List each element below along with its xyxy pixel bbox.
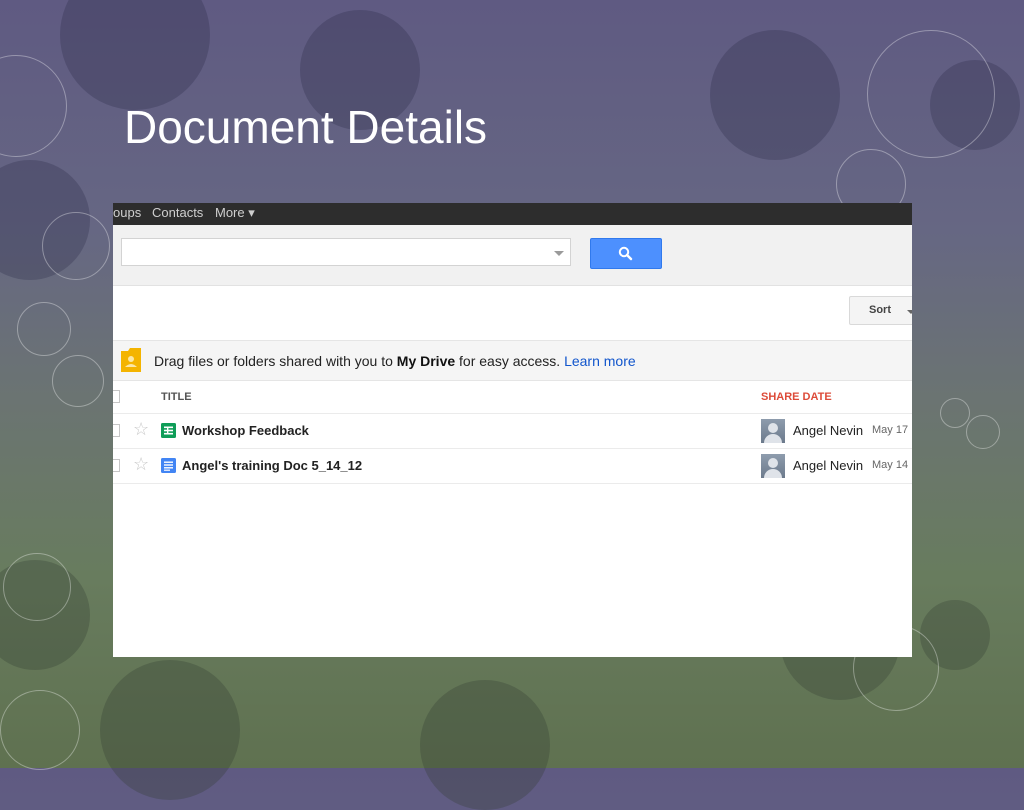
search-area [113, 225, 912, 286]
background-bokeh [710, 30, 840, 160]
owner-avatar [761, 454, 785, 478]
background-bokeh [60, 0, 210, 110]
search-options-caret-icon[interactable] [554, 251, 564, 256]
background-ring [0, 690, 80, 770]
nav-link-contacts[interactable]: Contacts [152, 205, 203, 220]
background-ring [3, 553, 71, 621]
drag-hint-text-after: for easy access. [455, 353, 565, 369]
background-ring [867, 30, 995, 158]
file-row[interactable]: ☆ Angel's training Doc 5_14_12 Angel Nev… [113, 449, 912, 484]
search-input[interactable] [121, 238, 571, 266]
background-ring [42, 212, 110, 280]
drag-hint-text-before: Drag files or folders shared with you to [154, 353, 397, 369]
nav-link-groups[interactable]: oups [113, 205, 141, 220]
file-list-header: TITLE SHARE DATE [113, 380, 912, 414]
nav-link-more[interactable]: More ▾ [215, 205, 255, 221]
background-bokeh [420, 680, 550, 810]
file-row[interactable]: ☆ Workshop Feedback Angel Nevin May 17 [113, 414, 912, 449]
drag-hint-text: Drag files or folders shared with you to… [154, 353, 636, 369]
background-ring [966, 415, 1000, 449]
background-ring [17, 302, 71, 356]
spreadsheet-icon [161, 423, 176, 438]
sort-dropdown-caret-icon [907, 310, 912, 314]
star-icon[interactable]: ☆ [133, 455, 149, 473]
top-navigation-bar: oups Contacts More ▾ [113, 203, 912, 225]
my-drive-label: My Drive [396, 353, 456, 369]
sort-button[interactable]: Sort [849, 296, 912, 325]
owner-name: Angel Nevin [793, 458, 864, 473]
share-date: May 14 [872, 459, 909, 471]
sort-label: Sort [869, 304, 891, 316]
file-name[interactable]: Angel's training Doc 5_14_12 [182, 458, 362, 473]
drive-screenshot: oups Contacts More ▾ Sort Drag files or … [113, 203, 912, 657]
row-checkbox[interactable] [113, 424, 120, 437]
column-header-title[interactable]: TITLE [161, 391, 192, 403]
owner-avatar [761, 419, 785, 443]
magnifier-icon [618, 246, 633, 261]
document-icon [161, 458, 176, 473]
search-button[interactable] [590, 238, 662, 269]
background-bokeh [100, 660, 240, 800]
star-icon[interactable]: ☆ [133, 420, 149, 438]
background-ring [940, 398, 970, 428]
slide-title: Document Details [124, 101, 488, 153]
row-checkbox[interactable] [113, 459, 120, 472]
background-ring [0, 55, 67, 157]
shared-folder-icon [121, 348, 141, 372]
share-date: May 17 [872, 424, 909, 436]
file-name[interactable]: Workshop Feedback [182, 423, 309, 438]
background-ring [52, 355, 104, 407]
column-header-share-date[interactable]: SHARE DATE [761, 391, 832, 403]
drag-hint-banner: Drag files or folders shared with you to… [113, 340, 912, 381]
learn-more-link[interactable]: Learn more [564, 353, 636, 369]
select-all-checkbox[interactable] [113, 390, 120, 403]
owner-name: Angel Nevin [793, 423, 864, 438]
